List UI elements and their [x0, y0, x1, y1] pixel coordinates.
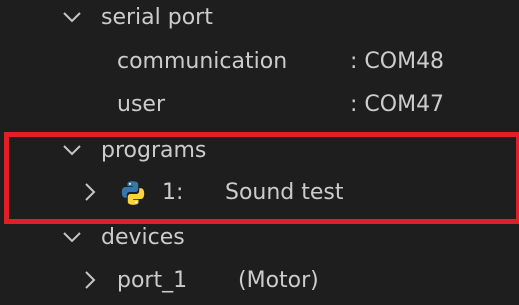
serial-communication-row: communication : COM48	[0, 40, 519, 84]
device-name: port_1	[117, 268, 188, 293]
chevron-down-icon[interactable]	[61, 139, 83, 161]
tree-node-label-serial-port: serial port	[101, 5, 213, 30]
communication-port-value: : COM48	[350, 49, 445, 74]
chevron-down-icon[interactable]	[61, 226, 83, 248]
user-port-value: : COM47	[350, 92, 445, 117]
tree-node-serial-port[interactable]: serial port	[0, 0, 519, 40]
tree-node-programs[interactable]: programs	[0, 129, 519, 173]
user-label: user	[117, 92, 165, 117]
communication-label: communication	[117, 49, 288, 74]
device-item-port-1[interactable]: port_1 (Motor)	[0, 259, 519, 303]
tree-node-label-devices: devices	[101, 225, 185, 250]
tree-node-label-programs: programs	[101, 138, 207, 163]
chevron-right-icon[interactable]	[79, 181, 101, 203]
tree-node-devices[interactable]: devices	[0, 216, 519, 260]
device-type: (Motor)	[238, 268, 319, 293]
chevron-right-icon[interactable]	[79, 269, 101, 291]
program-item-1[interactable]: 1: Sound test	[0, 171, 519, 215]
program-index: 1:	[162, 180, 184, 205]
serial-user-row: user : COM47	[0, 83, 519, 127]
program-name: Sound test	[225, 180, 344, 205]
python-icon	[121, 181, 145, 205]
chevron-down-icon[interactable]	[61, 6, 83, 28]
